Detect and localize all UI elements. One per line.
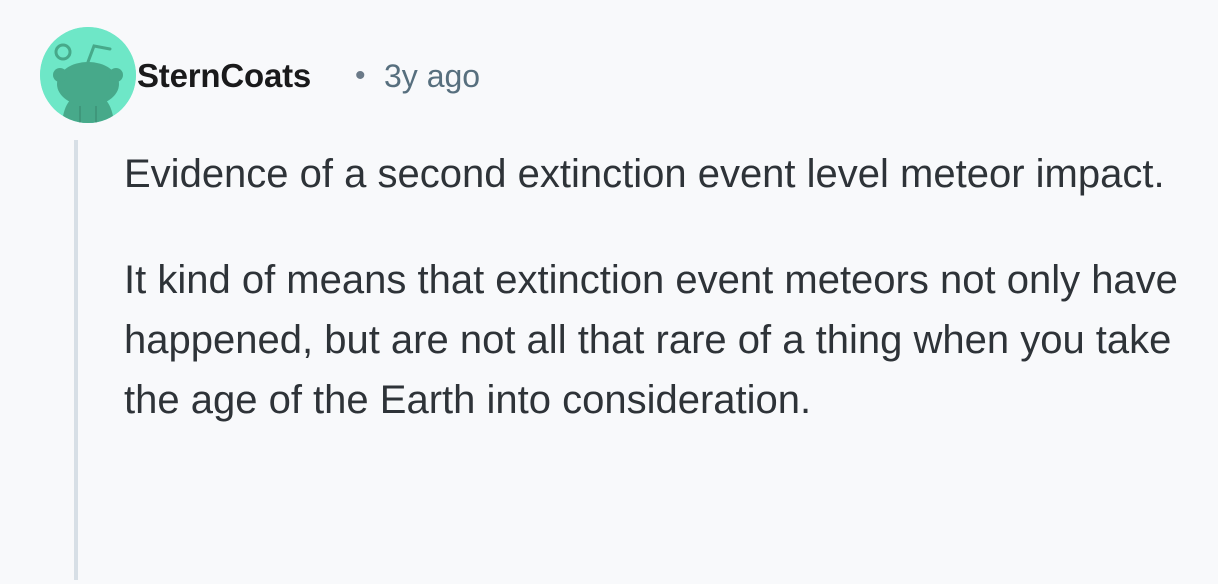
comment-timestamp[interactable]: 3y ago — [384, 57, 480, 95]
comment-author[interactable]: SternCoats — [137, 57, 311, 95]
comment-paragraph: Evidence of a second extinction event le… — [124, 152, 1165, 196]
comment-paragraph: It kind of means that extinction event m… — [124, 258, 1178, 422]
meta-separator: • — [355, 59, 366, 92]
snoo-avatar-icon[interactable] — [40, 27, 136, 123]
comment-body: Evidence of a second extinction event le… — [124, 144, 1194, 430]
thread-line[interactable] — [74, 140, 78, 580]
comment: SternCoats • 3y ago Evidence of a second… — [0, 0, 1218, 584]
